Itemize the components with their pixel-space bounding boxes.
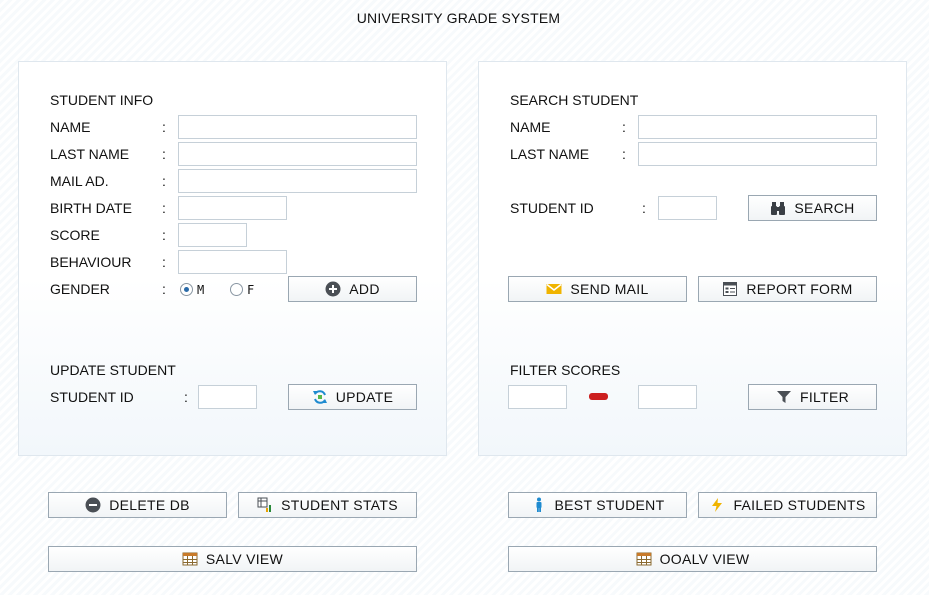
table-icon	[636, 551, 652, 567]
range-dash-icon	[589, 393, 608, 400]
delete-db-button[interactable]: DELETE DB	[48, 492, 227, 518]
search-name-input[interactable]	[638, 115, 877, 139]
report-form-button[interactable]: REPORT FORM	[698, 276, 877, 302]
search-last-name-label: LAST NAME	[510, 146, 590, 162]
add-button-label: ADD	[349, 281, 380, 297]
search-student-id-colon: :	[642, 200, 646, 216]
salv-view-button-label: SALV VIEW	[205, 551, 284, 567]
filter-button-label: FILTER	[800, 389, 849, 405]
name-input[interactable]	[178, 115, 417, 139]
update-student-id-colon: :	[184, 389, 188, 405]
report-form-icon	[722, 281, 738, 297]
student-info-heading: STUDENT INFO	[50, 92, 154, 108]
refresh-icon	[312, 389, 328, 405]
update-student-id-label: STUDENT ID	[50, 389, 134, 405]
failed-students-button-label: FAILED STUDENTS	[733, 497, 866, 513]
person-icon	[531, 497, 547, 513]
name-label: NAME	[50, 119, 91, 135]
mail-colon: :	[162, 173, 166, 189]
gender-radio-f-label: F	[247, 283, 255, 297]
gender-colon: :	[162, 281, 166, 297]
search-name-label: NAME	[510, 119, 551, 135]
binoculars-icon	[770, 200, 786, 216]
search-button-label: SEARCH	[794, 200, 855, 216]
filter-scores-heading: FILTER SCORES	[510, 362, 621, 378]
stats-grid-icon	[257, 497, 273, 513]
filter-min-input[interactable]	[508, 385, 567, 409]
score-input[interactable]	[178, 223, 247, 247]
student-stats-button[interactable]: STUDENT STATS	[238, 492, 417, 518]
search-button[interactable]: SEARCH	[748, 195, 877, 221]
best-student-button-label: BEST STUDENT	[554, 497, 665, 513]
best-student-button[interactable]: BEST STUDENT	[508, 492, 687, 518]
birth-date-label: BIRTH DATE	[50, 200, 132, 216]
send-mail-button-label: SEND MAIL	[570, 281, 649, 297]
search-student-heading: SEARCH STUDENT	[510, 92, 639, 108]
name-colon: :	[162, 119, 166, 135]
gender-radio-m[interactable]	[180, 283, 193, 296]
envelope-icon	[546, 281, 562, 297]
lightning-icon	[709, 497, 725, 513]
behaviour-input[interactable]	[178, 250, 287, 274]
search-student-id-label: STUDENT ID	[510, 200, 594, 216]
update-student-id-input[interactable]	[198, 385, 257, 409]
gender-radio-m-label: M	[197, 283, 205, 297]
filter-max-input[interactable]	[638, 385, 697, 409]
page-title: UNIVERSITY GRADE SYSTEM	[356, 10, 561, 26]
last-name-input[interactable]	[178, 142, 417, 166]
behaviour-label: BEHAVIOUR	[50, 254, 132, 270]
update-student-heading: UPDATE STUDENT	[50, 362, 176, 378]
search-student-id-input[interactable]	[658, 196, 717, 220]
last-name-colon: :	[162, 146, 166, 162]
behaviour-colon: :	[162, 254, 166, 270]
report-form-button-label: REPORT FORM	[746, 281, 853, 297]
mail-input[interactable]	[178, 169, 417, 193]
plus-circle-icon	[325, 281, 341, 297]
filter-button[interactable]: FILTER	[748, 384, 877, 410]
last-name-label: LAST NAME	[50, 146, 130, 162]
funnel-icon	[776, 389, 792, 405]
gender-label: GENDER	[50, 281, 110, 297]
delete-db-button-label: DELETE DB	[109, 497, 190, 513]
score-colon: :	[162, 227, 166, 243]
ooalv-view-button[interactable]: OOALV VIEW	[508, 546, 877, 572]
update-button-label: UPDATE	[335, 389, 394, 405]
send-mail-button[interactable]: SEND MAIL	[508, 276, 687, 302]
minus-circle-icon	[85, 497, 101, 513]
birth-date-colon: :	[162, 200, 166, 216]
ooalv-view-button-label: OOALV VIEW	[659, 551, 750, 567]
salv-view-button[interactable]: SALV VIEW	[48, 546, 417, 572]
mail-label: MAIL AD.	[50, 173, 109, 189]
add-button[interactable]: ADD	[288, 276, 417, 302]
update-button[interactable]: UPDATE	[288, 384, 417, 410]
failed-students-button[interactable]: FAILED STUDENTS	[698, 492, 877, 518]
search-last-name-colon: :	[622, 146, 626, 162]
search-name-colon: :	[622, 119, 626, 135]
table-icon	[182, 551, 198, 567]
search-last-name-input[interactable]	[638, 142, 877, 166]
score-label: SCORE	[50, 227, 100, 243]
birth-date-input[interactable]	[178, 196, 287, 220]
student-stats-button-label: STUDENT STATS	[281, 497, 398, 513]
gender-radio-f[interactable]	[230, 283, 243, 296]
